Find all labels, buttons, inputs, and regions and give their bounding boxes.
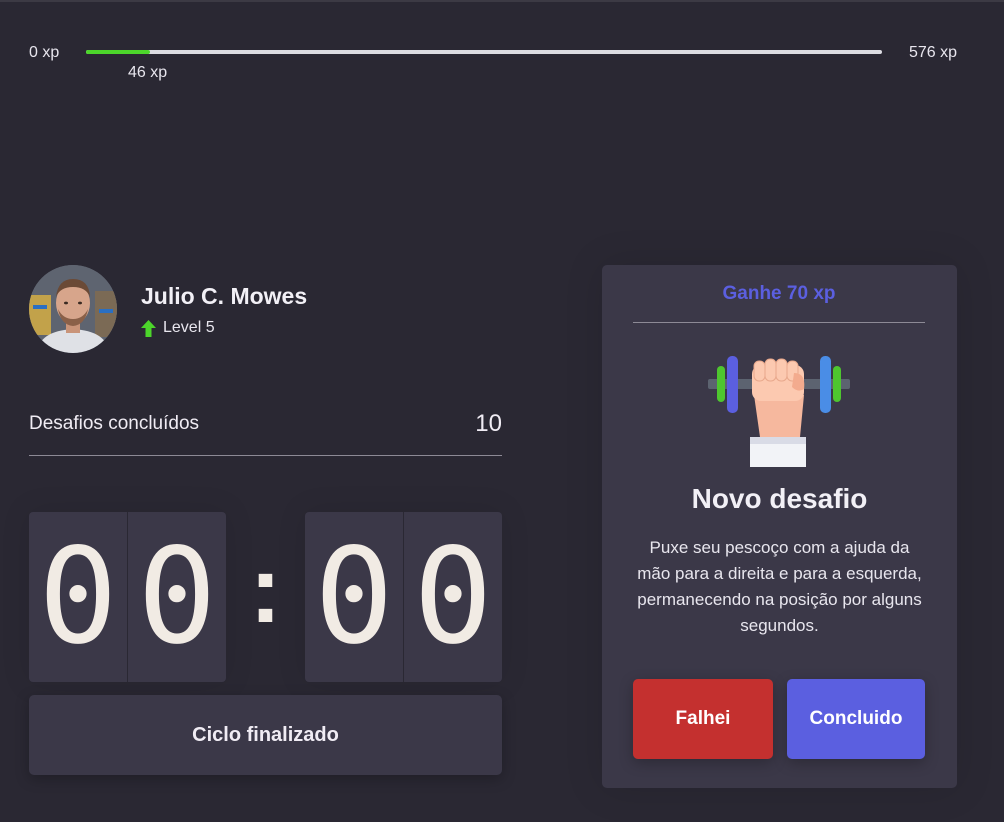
countdown-separator: : [249, 536, 282, 643]
xp-max-label: 576 xp [908, 44, 957, 61]
countdown-minutes: 0 0 [29, 512, 226, 682]
completed-challenges: Desafios concluídos 10 [29, 408, 502, 456]
challenge-title: Novo desafio [691, 483, 868, 514]
xp-current-label: 46 xp [128, 64, 168, 81]
second-digit-ones: 0 [403, 512, 502, 682]
minute-digit-tens: 0 [38, 520, 118, 674]
profile-name: Julio C. Mowes [141, 283, 308, 309]
xp-progress-fill [86, 50, 150, 54]
challenge-card: Ganhe 70 xp Novo desafio Puxe seu pescoç… [602, 265, 957, 788]
avatar [29, 265, 117, 353]
xp-min-label: 0 xp [29, 44, 60, 61]
dumbbell-icon [708, 356, 850, 467]
completed-button[interactable]: Concluido [787, 679, 925, 759]
challenge-description: Puxe seu pescoço com a ajuda da mão para… [637, 538, 922, 635]
completed-challenges-label: Desafios concluídos [29, 413, 200, 434]
level-up-arrow-icon [141, 319, 156, 337]
challenge-reward: Ganhe 70 xp [633, 265, 925, 323]
minute-digit-ones: 0 [127, 512, 226, 682]
level-label: Level 5 [163, 319, 215, 336]
xp-progress-bar [86, 50, 882, 54]
window-top-border [0, 0, 1004, 2]
completed-challenges-count: 10 [475, 410, 502, 437]
second-digit-tens: 0 [314, 520, 394, 674]
avatar-photo [29, 265, 117, 353]
countdown-timer: 0 0 : 0 0 [29, 512, 502, 682]
failed-button[interactable]: Falhei [633, 679, 773, 759]
countdown-seconds: 0 0 [305, 512, 502, 682]
cycle-finished-button[interactable]: Ciclo finalizado [29, 695, 502, 775]
profile-level: Level 5 [141, 319, 215, 337]
